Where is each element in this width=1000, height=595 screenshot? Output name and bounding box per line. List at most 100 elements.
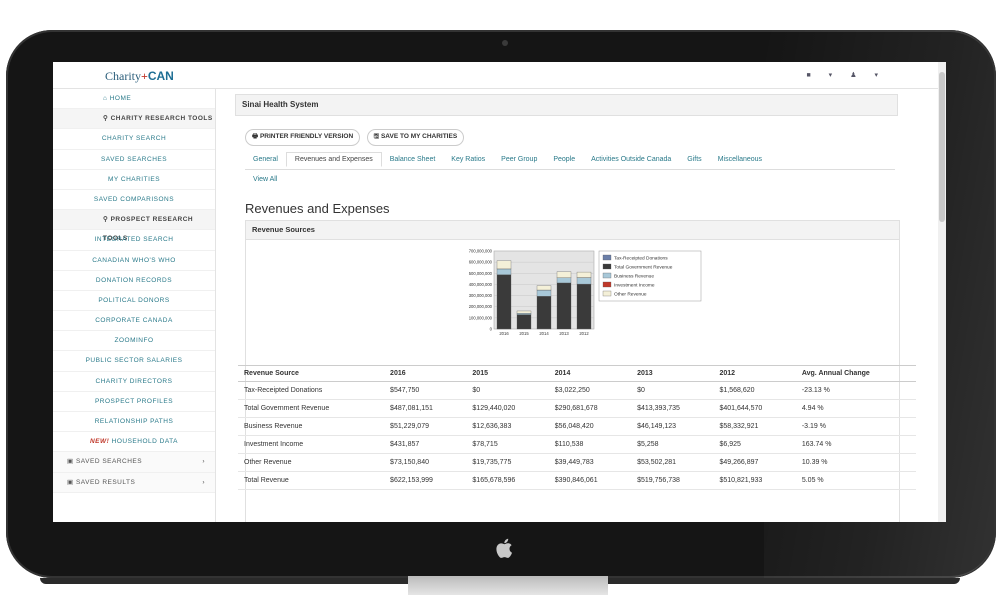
legend-label: Total Government Revenue — [614, 265, 673, 271]
printer-friendly-button[interactable]: 🖶 PRINTER FRIENDLY VERSION — [245, 129, 361, 146]
tab-gifts[interactable]: Gifts — [679, 153, 709, 166]
sidebar-item-my-charities[interactable]: MY CHARITIES — [53, 170, 215, 190]
bar-segment — [496, 274, 512, 330]
table-cell: $401,644,570 — [713, 399, 796, 418]
saved-icon: ▣ — [67, 478, 76, 486]
logo-can: CAN — [147, 69, 174, 83]
tab-activities-outside-canada[interactable]: Activities Outside Canada — [583, 153, 679, 166]
sidebar-item-label: SAVED RESULTS — [75, 478, 136, 486]
save-button-label: SAVE TO MY CHARITIES — [380, 133, 458, 140]
legend-label: Investment Income — [614, 283, 655, 289]
table-header: 2015 — [466, 365, 549, 382]
screen: Charity+CAN ■▾♟▾ ⌂ HOME ⚲ CHARITY RESEARC… — [53, 62, 946, 522]
legend-swatch — [602, 290, 612, 297]
table-cell: $46,149,123 — [631, 417, 714, 436]
sidebar-item-canadian-who-s-who[interactable]: CANADIAN WHO'S WHO — [53, 251, 215, 271]
sidebar-item-charity-search[interactable]: CHARITY SEARCH — [53, 129, 215, 150]
table-row: Business Revenue $51,229,079 $12,636,383 $5… — [238, 417, 916, 436]
tab-balance-sheet[interactable]: Balance Sheet — [382, 153, 444, 166]
scrollbar-thumb[interactable] — [939, 72, 945, 222]
legend-swatch — [602, 254, 612, 261]
table-header: 2012 — [713, 365, 796, 382]
printer-button-label: PRINTER FRIENDLY VERSION — [259, 133, 354, 140]
table-cell: 4.94 % — [795, 399, 916, 418]
logo-plus: + — [141, 69, 148, 83]
sidebar-item-public-sector-salaries[interactable]: PUBLIC SECTOR SALARIES — [53, 351, 215, 372]
bar-segment — [576, 277, 592, 285]
y-tick-label: 200,000,000 — [469, 304, 493, 309]
table-cell: $487,081,151 — [384, 399, 467, 418]
tab-revenues-and-expenses[interactable]: Revenues and Expenses — [285, 152, 382, 167]
table-cell: $73,150,840 — [384, 453, 467, 472]
legend-label: Business Revenue — [614, 274, 654, 280]
main-content: Sinai Health System 🖶 PRINTER FRIENDLY V… — [235, 94, 916, 522]
legend-swatch — [602, 281, 612, 288]
table-cell: $413,393,735 — [631, 399, 714, 418]
tab-general[interactable]: General — [245, 153, 286, 166]
sidebar-item-integrated-search[interactable]: INTEGRATED SEARCH — [53, 230, 215, 251]
table-cell: Investment Income — [238, 435, 385, 454]
table-cell: 5.05 % — [795, 471, 916, 490]
sidebar-item-zoominfo[interactable]: ZOOMINFO — [53, 331, 215, 352]
tab-miscellaneous[interactable]: Miscellaneous — [710, 153, 770, 166]
y-tick-label: 0 — [490, 327, 493, 332]
bar-segment — [556, 277, 572, 284]
tab-people[interactable]: People — [545, 153, 583, 166]
table-cell: $12,636,383 — [466, 417, 549, 436]
sidebar-item-home[interactable]: ⌂ HOME — [53, 89, 215, 110]
top-icons: ■▾♟▾ — [806, 71, 896, 79]
sidebar-item-label: MY CHARITIES — [107, 175, 161, 183]
bar-segment — [496, 268, 512, 275]
sidebar-item-prospect-research-tools[interactable]: ⚲ PROSPECT RESEARCH TOOLS — [53, 210, 215, 242]
sidebar-item-donation-records[interactable]: DONATION RECORDS — [53, 271, 215, 291]
camera-dot — [502, 40, 508, 46]
sidebar-item-household-data[interactable]: NEW! HOUSEHOLD DATA — [53, 432, 215, 453]
table-cell: $58,332,921 — [713, 417, 796, 436]
sidebar-item-political-donors[interactable]: POLITICAL DONORS — [53, 291, 215, 312]
action-buttons: 🖶 PRINTER FRIENDLY VERSION 🖫 SAVE TO MY … — [245, 125, 466, 146]
charitycan-logo[interactable]: Charity+CAN — [105, 69, 174, 84]
y-tick-label: 100,000,000 — [469, 315, 493, 320]
table-row: Total Government Revenue $487,081,151 $129… — [238, 399, 916, 418]
sidebar-collapse-saved-searches[interactable]: ▣ SAVED SEARCHES › — [53, 452, 215, 473]
bar-segment — [516, 310, 532, 314]
revenue-sources-title: Revenue Sources — [246, 221, 899, 240]
monitor-stand — [408, 576, 608, 595]
sidebar-collapse-saved-results[interactable]: ▣ SAVED RESULTS › — [53, 472, 215, 493]
table-cell: $290,681,678 — [548, 399, 632, 418]
save-to-my-charities-button[interactable]: 🖫 SAVE TO MY CHARITIES — [366, 129, 465, 146]
bar-segment — [556, 271, 572, 278]
table-cell: $510,821,933 — [713, 471, 796, 490]
sidebar-item-relationship-paths[interactable]: RELATIONSHIP PATHS — [53, 412, 215, 433]
y-tick-label: 400,000,000 — [469, 282, 493, 287]
sidebar-item-label: PUBLIC SECTOR SALARIES — [85, 357, 183, 365]
y-tick-label: 700,000,000 — [469, 249, 493, 254]
y-tick-label: 500,000,000 — [469, 271, 493, 276]
tab-peer-group[interactable]: Peer Group — [493, 153, 545, 166]
revenue-chart: 700,000,000 600,000,000 500,000,000 400,000… — [446, 243, 766, 353]
table-cell: $19,735,775 — [466, 453, 549, 472]
table-cell: $5,258 — [631, 435, 714, 454]
sidebar-item-saved-searches[interactable]: SAVED SEARCHES — [53, 150, 215, 170]
table-cell: -23.13 % — [795, 381, 916, 400]
sidebar-item-corporate-canada[interactable]: CORPORATE CANADA — [53, 311, 215, 332]
table-header: Revenue Source — [238, 365, 385, 382]
user-menu-icon[interactable]: ♟▾ — [850, 72, 896, 79]
language-menu-icon[interactable]: ■▾ — [806, 72, 850, 79]
revenue-table: Revenue Source 2016 2015 2014 2013 2012 Avg. A… — [238, 365, 916, 490]
search-icon: ⚲ — [103, 216, 111, 224]
tab-key-ratios[interactable]: Key Ratios — [443, 153, 493, 166]
sidebar-item-label: CORPORATE CANADA — [95, 317, 173, 325]
x-tick-label: 2014 — [539, 331, 549, 336]
sidebar-item-prospect-profiles[interactable]: PROSPECT PROFILES — [53, 392, 215, 412]
table-row: Investment Income $431,857 $78,715 $110,538… — [238, 435, 916, 454]
scrollbar[interactable] — [938, 62, 946, 522]
table-cell: $431,857 — [384, 435, 467, 454]
bar-segment — [516, 313, 532, 315]
sidebar-item-charity-research-tools[interactable]: ⚲ CHARITY RESEARCH TOOLS — [53, 109, 215, 130]
view-all-link[interactable]: View All — [253, 176, 277, 183]
sidebar-item-saved-comparisons[interactable]: SAVED COMPARISONS — [53, 190, 215, 211]
table-cell: $0 — [466, 381, 549, 400]
sidebar-item-charity-directors[interactable]: CHARITY DIRECTORS — [53, 372, 215, 392]
sidebar-item-label: CHARITY DIRECTORS — [95, 377, 173, 385]
